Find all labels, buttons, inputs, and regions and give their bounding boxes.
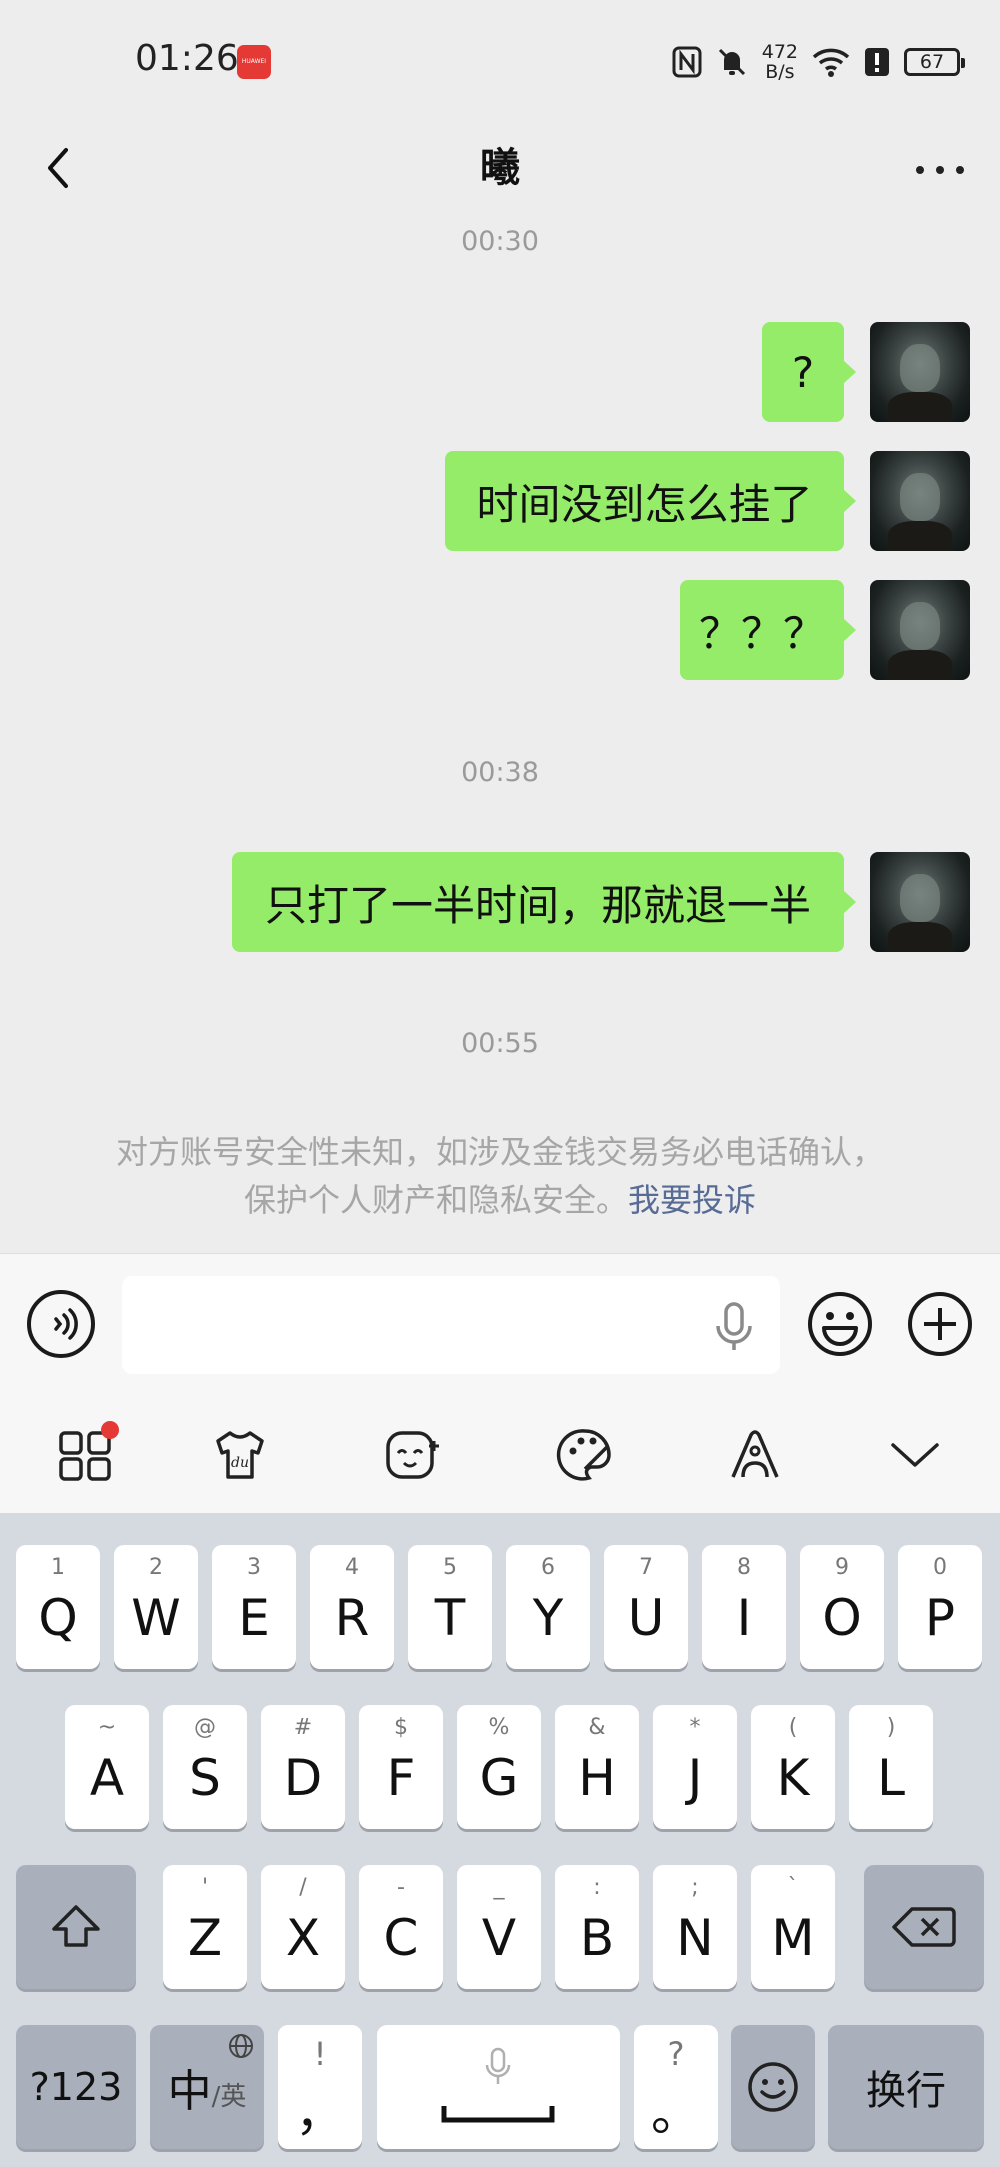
message-timestamp: 00:38 (461, 757, 539, 788)
key-l[interactable]: ) L (849, 1705, 933, 1829)
collapse-keyboard-button[interactable] (885, 1425, 945, 1485)
avatar[interactable] (870, 322, 970, 422)
key-o[interactable]: 9O (800, 1545, 884, 1669)
emoji-button[interactable] (806, 1290, 874, 1358)
numbers-key[interactable]: ?123 (16, 2025, 136, 2149)
key-n[interactable]: ; N (653, 1865, 737, 1989)
avatar[interactable] (870, 580, 970, 680)
notification-dot (101, 1421, 119, 1439)
key-m[interactable]: ` M (751, 1865, 835, 1989)
net-speed: 472 B/s (761, 41, 798, 83)
palette-icon (556, 1429, 611, 1481)
huawei-mall-icon: HUAWEI (237, 45, 271, 79)
key-i[interactable]: 8I (702, 1545, 786, 1669)
message-row: 只打了一半时间，那就退一半 (232, 852, 970, 952)
key-h[interactable]: & H (555, 1705, 639, 1829)
status-bar: 01:26 HUAWEI 472 B/s 67 (0, 0, 1000, 120)
microphone-icon (485, 2047, 511, 2084)
key-v[interactable]: _ V (457, 1865, 541, 1989)
svg-text:du: du (231, 1455, 249, 1471)
key-t[interactable]: 5T (408, 1545, 492, 1669)
key-p[interactable]: 0P (898, 1545, 982, 1669)
smiley-icon (748, 2062, 798, 2112)
status-time: 01:26 (135, 38, 239, 79)
message-row: ? (762, 322, 970, 422)
chat-header: 曦 (0, 120, 1000, 220)
key-k[interactable]: (K (751, 1705, 835, 1829)
backspace-icon (892, 1907, 956, 1947)
key-c[interactable]: -C (359, 1865, 443, 1989)
alert-icon (865, 48, 889, 76)
more-dot-icon (916, 166, 924, 174)
key-b[interactable]: :B (555, 1865, 639, 1989)
key-a[interactable]: ~ A (65, 1705, 149, 1829)
space-bar-icon (441, 2106, 555, 2123)
key-z[interactable]: ' Z (163, 1865, 247, 1989)
more-options-button[interactable] (910, 140, 970, 200)
message-bubble[interactable]: 只打了一半时间，那就退一半 (232, 852, 856, 952)
key-y[interactable]: 6Y (506, 1545, 590, 1669)
skin-button[interactable]: du (210, 1425, 270, 1485)
notice-line: 对方账号安全性未知，如涉及金钱交易务必电话确认， (115, 1133, 884, 1171)
key-f[interactable]: $ F (359, 1705, 443, 1829)
sticker-button[interactable] (382, 1425, 442, 1485)
shift-arrow-icon (52, 1905, 100, 1947)
apps-grid-button[interactable] (55, 1421, 119, 1485)
space-key[interactable] (377, 2025, 620, 2149)
voice-wave-icon (54, 1308, 78, 1340)
keyboard-toolbar: du (0, 1393, 1000, 1513)
voice-input-button[interactable] (27, 1290, 95, 1358)
handwriting-button[interactable] (725, 1425, 785, 1485)
key-q[interactable]: 1Q (16, 1545, 100, 1669)
handwriting-icon (731, 1430, 779, 1478)
message-bubble[interactable]: ? (762, 322, 856, 422)
chat-title: 曦 (480, 145, 520, 191)
nfc-icon (672, 46, 702, 78)
message-bubble[interactable]: ？？？ (680, 580, 856, 680)
battery-indicator: 67 (904, 48, 965, 76)
message-input[interactable] (122, 1276, 780, 1374)
bell-muted-icon (718, 48, 745, 76)
more-functions-button[interactable] (906, 1290, 974, 1358)
tshirt-icon: du (216, 1431, 264, 1479)
more-dot-icon (956, 166, 964, 174)
backspace-key[interactable] (864, 1865, 984, 1989)
key-x[interactable]: / X (261, 1865, 345, 1989)
more-dot-icon (936, 166, 944, 174)
message-row: 时间没到怎么挂了 (445, 451, 970, 551)
smiley-icon (808, 1292, 872, 1356)
key-r[interactable]: 4R (310, 1545, 394, 1669)
avatar[interactable] (870, 852, 970, 952)
key-g[interactable]: % G (457, 1705, 541, 1829)
key-s[interactable]: @ S (163, 1705, 247, 1829)
notice-line: 保护个人财产和隐私安全。我要投诉 (243, 1181, 757, 1219)
plus-circle-icon (908, 1292, 972, 1356)
message-timestamp: 00:30 (461, 226, 539, 257)
message-bubble[interactable]: 时间没到怎么挂了 (445, 451, 856, 551)
key-j[interactable]: * J (653, 1705, 737, 1829)
keyboard: 1Q 2W 3E 4R 5T 6Y 7U 8I 9O 0P ~ A @ S # D $… (0, 1513, 1000, 2167)
avatar[interactable] (870, 451, 970, 551)
emoji-key[interactable] (731, 2025, 815, 2149)
palette-button[interactable] (555, 1425, 615, 1485)
input-bar (0, 1253, 1000, 1393)
key-u[interactable]: 7U (604, 1545, 688, 1669)
message-row: ？？？ (680, 580, 970, 680)
language-switch-key[interactable]: 中/英 (150, 2025, 264, 2149)
status-icons: 472 B/s 67 (672, 40, 965, 84)
report-link[interactable]: 我要投诉 (628, 1181, 756, 1219)
key-w[interactable]: 2W (114, 1545, 198, 1669)
message-timestamp: 00:55 (461, 1028, 539, 1059)
security-notice: 对方账号安全性未知，如涉及金钱交易务必电话确认， 保护个人财产和隐私安全。我要投… (60, 1128, 940, 1224)
chevron-down-icon (891, 1443, 939, 1467)
sticker-face-icon (386, 1431, 439, 1479)
microphone-icon[interactable] (712, 1302, 756, 1352)
enter-key[interactable]: 换行 (828, 2025, 984, 2149)
comma-key[interactable]: ! ， (278, 2025, 362, 2149)
shift-key[interactable] (16, 1865, 136, 1989)
period-key[interactable]: ? 。 (634, 2025, 718, 2149)
key-d[interactable]: # D (261, 1705, 345, 1829)
wifi-icon (812, 48, 850, 77)
key-e[interactable]: 3E (212, 1545, 296, 1669)
